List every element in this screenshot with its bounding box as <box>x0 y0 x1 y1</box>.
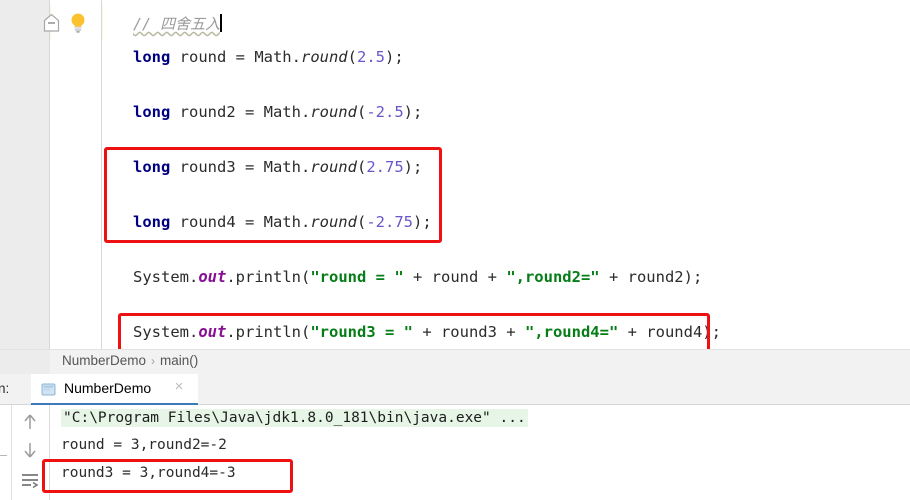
token-keyword: long <box>133 158 171 176</box>
tab-numberdemo[interactable]: NumberDemo × <box>31 374 198 405</box>
edge-divider <box>0 455 7 456</box>
token-field-out: out <box>198 323 227 341</box>
code-line-round3[interactable]: long round3 = Math.round(2.75); <box>133 158 422 176</box>
token-paren: ( <box>356 213 367 231</box>
editor-left-stripe <box>0 0 50 349</box>
token-tail: ); <box>403 103 423 121</box>
code-line-comment[interactable]: // 四舍五入 <box>133 13 223 34</box>
token-string-2: ",round2=" <box>506 268 600 286</box>
token-method: round <box>310 213 357 231</box>
comment-text: // 四舍五入 <box>133 15 221 33</box>
console-line-output-2: round3 = 3,round4=-3 <box>61 465 236 481</box>
code-text-area[interactable]: // 四舍五入 long round = Math.round(2.5); lo… <box>103 0 910 349</box>
token-tail: + round4); <box>618 323 721 341</box>
run-tab-bar: n: NumberDemo × <box>0 374 910 405</box>
console-left-edge <box>0 405 12 500</box>
token-method: round <box>310 158 357 176</box>
ide-window: // 四舍五入 long round = Math.round(2.5); lo… <box>0 0 910 500</box>
token-number: -2.75 <box>366 213 413 231</box>
soft-wrap-icon[interactable] <box>19 469 41 491</box>
token-plain: round3 = Math. <box>170 158 311 176</box>
fold-collapse-icon[interactable] <box>42 13 61 33</box>
breadcrumb-left-stripe <box>0 350 50 374</box>
console-line-command: "C:\Program Files\Java\jdk1.8.0_181\bin\… <box>61 409 528 427</box>
token-system: System. <box>133 323 199 341</box>
token-concat-1: + round + <box>403 268 507 286</box>
breadcrumb[interactable]: NumberDemo › main() <box>62 353 198 368</box>
code-line-round[interactable]: long round = Math.round(2.5); <box>133 48 404 66</box>
code-line-println-2[interactable]: System.out.println("round3 = " + round3 … <box>133 323 721 341</box>
token-keyword: long <box>133 103 171 121</box>
token-tail: ); <box>403 158 423 176</box>
token-number: 2.5 <box>357 48 385 66</box>
token-concat-1: + round3 + <box>412 323 525 341</box>
token-paren: ( <box>356 158 367 176</box>
lightbulb-icon[interactable] <box>68 12 88 34</box>
tab-label: NumberDemo <box>64 380 152 396</box>
code-line-round4[interactable]: long round4 = Math.round(-2.75); <box>133 213 432 231</box>
token-println: .println( <box>226 268 311 286</box>
arrow-up-icon[interactable] <box>19 411 41 433</box>
token-method: round <box>310 103 357 121</box>
breadcrumb-item-method[interactable]: main() <box>160 353 198 368</box>
token-paren: ( <box>356 103 367 121</box>
console-output[interactable]: "C:\Program Files\Java\jdk1.8.0_181\bin\… <box>51 405 910 500</box>
console-line-output-1: round = 3,round2=-2 <box>61 437 227 453</box>
arrow-down-icon[interactable] <box>19 439 41 461</box>
token-string-1: "round3 = " <box>310 323 413 341</box>
console-toolbar[interactable] <box>12 405 50 500</box>
token-tail: ); <box>413 213 432 231</box>
token-method: round <box>300 48 348 66</box>
token-tail: + round2); <box>599 268 703 286</box>
token-plain: round4 = Math. <box>170 213 311 231</box>
breadcrumb-item-class[interactable]: NumberDemo <box>62 353 146 368</box>
breadcrumb-separator-icon: › <box>151 354 156 368</box>
token-field-out: out <box>198 268 227 286</box>
close-icon[interactable]: × <box>172 379 186 394</box>
token-number: -2.5 <box>366 103 404 121</box>
run-window-label: n: <box>0 381 10 396</box>
token-plain: round = Math. <box>170 48 301 66</box>
breadcrumb-bar: NumberDemo › main() <box>0 349 910 374</box>
run-tool-window[interactable]: n: NumberDemo × "C:\Program Files\Java\j… <box>0 374 910 500</box>
code-editor[interactable]: // 四舍五入 long round = Math.round(2.5); lo… <box>0 0 910 349</box>
token-system: System. <box>133 268 199 286</box>
code-line-round2[interactable]: long round2 = Math.round(-2.5); <box>133 103 422 121</box>
token-string-1: "round = " <box>310 268 404 286</box>
code-line-println-1[interactable]: System.out.println("round = " + round + … <box>133 268 702 286</box>
token-paren: ( <box>347 48 357 66</box>
token-println: .println( <box>226 323 311 341</box>
token-keyword: long <box>133 213 171 231</box>
token-number: 2.75 <box>366 158 404 176</box>
token-keyword: long <box>133 48 171 66</box>
token-plain: round2 = Math. <box>170 103 311 121</box>
editor-gutter[interactable] <box>51 0 102 349</box>
text-caret <box>220 14 223 32</box>
token-string-2: ",round4=" <box>524 323 619 341</box>
run-config-icon <box>41 382 56 397</box>
token-tail: ); <box>385 48 404 66</box>
